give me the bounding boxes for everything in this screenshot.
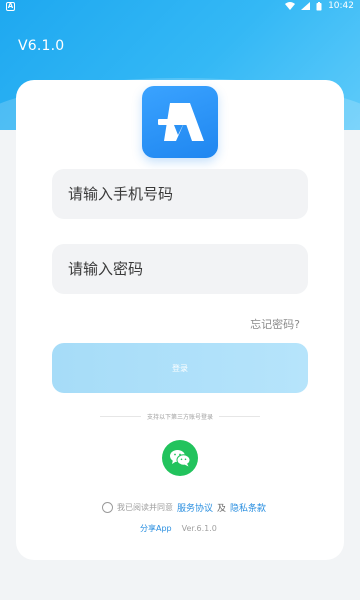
third-party-divider: 支持以下第三方账号登录 (100, 410, 261, 422)
password-input[interactable] (68, 260, 292, 278)
footer-app-name: 分享App (140, 523, 172, 533)
status-bar: A 10:42 (0, 0, 360, 12)
password-field[interactable] (52, 244, 308, 294)
login-button[interactable]: 登录 (52, 343, 308, 393)
footer: 分享App Ver.6.1.0 (140, 522, 260, 534)
app-logo (142, 86, 218, 158)
service-agreement-link[interactable]: 服务协议 (177, 501, 213, 514)
battery-icon (316, 1, 322, 10)
divider-line-right (219, 415, 261, 417)
agreement-and: 及 (217, 503, 227, 514)
wifi-icon (285, 2, 296, 10)
forgot-password-link[interactable]: 忘记密码? (250, 316, 300, 332)
wechat-login-button[interactable] (162, 440, 198, 476)
agreement-row: 我已阅读并同意 服务协议 及 隐私条款 (102, 500, 322, 514)
a-notification-icon: A (6, 1, 15, 11)
app-logo-icon (158, 103, 204, 141)
status-left: A (6, 1, 15, 11)
phone-field[interactable] (52, 169, 308, 219)
agreement-checkbox[interactable] (102, 501, 113, 513)
header-version: V6.1.0 (18, 38, 65, 54)
divider-line-left (100, 415, 141, 417)
agreement-prefix: 我已阅读并同意 (117, 502, 173, 512)
status-time: 10:42 (328, 1, 354, 11)
privacy-policy-link[interactable]: 隐私条款 (230, 501, 266, 514)
footer-version: Ver.6.1.0 (181, 523, 217, 533)
third-party-label: 支持以下第三方账号登录 (147, 413, 214, 421)
phone-input[interactable] (68, 185, 292, 203)
wechat-icon (170, 450, 191, 467)
status-right: 10:42 (285, 1, 354, 11)
signal-icon (301, 2, 311, 10)
